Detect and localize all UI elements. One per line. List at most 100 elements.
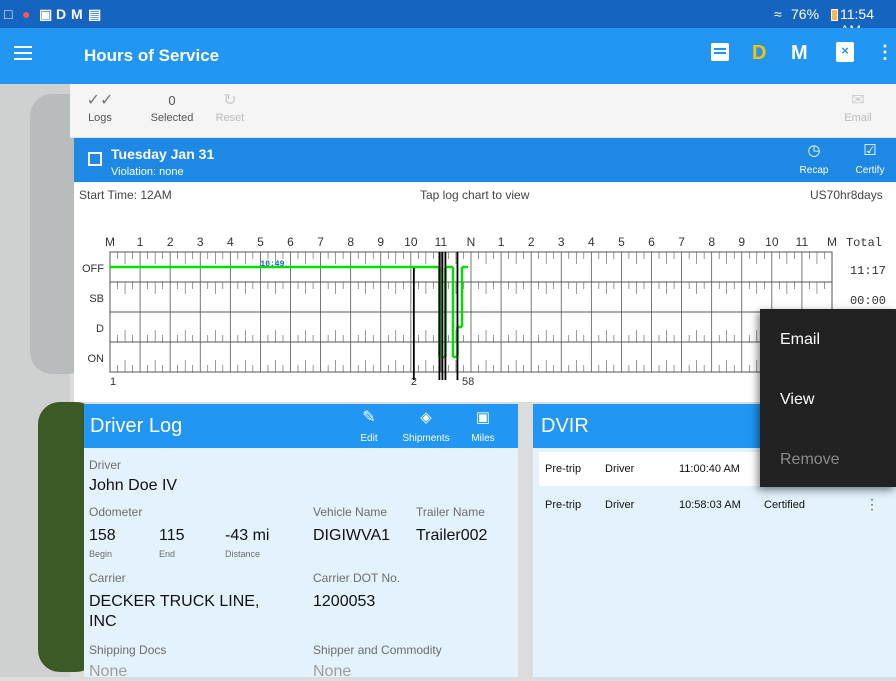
- status-bar: □ ● ▣ D M ▤ ≈ 76% 11:54 AM: [0, 0, 896, 38]
- driver-label: Driver: [89, 458, 121, 472]
- wifi-icon: ≈: [774, 6, 782, 22]
- trailer-value: Trailer002: [416, 527, 488, 544]
- recap-button[interactable]: ◷ Recap: [796, 142, 832, 178]
- violation-text: Violation: none: [111, 166, 184, 178]
- overflow-menu-icon[interactable]: ⋮: [876, 42, 894, 63]
- hour-tick-label: 5: [618, 235, 625, 249]
- hour-tick-label: 8: [708, 235, 715, 249]
- hour-tick-label: 1: [137, 235, 144, 249]
- selected-count: 0: [168, 93, 176, 108]
- app-bar: Hours of Service D M × ⋮: [0, 28, 896, 84]
- edit-button[interactable]: ✎ Edit: [354, 408, 384, 446]
- driving-status-d-icon[interactable]: D: [752, 42, 766, 65]
- hour-tick-label: 9: [377, 235, 384, 249]
- email-button[interactable]: ✉ Email: [838, 90, 878, 124]
- total-header: Total: [846, 236, 882, 250]
- battery-percent: 76%: [791, 6, 820, 22]
- miles-button[interactable]: ▣ Miles: [468, 408, 498, 446]
- status-d-icon: D: [56, 6, 67, 22]
- row-overflow-icon[interactable]: ⋮: [865, 496, 879, 513]
- hour-tick-label: 6: [287, 235, 294, 249]
- hour-tick-label: 9: [738, 235, 745, 249]
- log-toolbar: ✓✓ Logs 0 Selected ↻ Reset ✉ Email: [70, 84, 896, 138]
- reset-button[interactable]: ↻ Reset: [210, 90, 250, 124]
- status-row-label: D: [96, 323, 104, 335]
- status-row-label: ON: [88, 353, 105, 365]
- end-label: End: [159, 549, 176, 559]
- hour-tick-label: 1: [498, 235, 505, 249]
- alert-icon: ●: [22, 6, 31, 22]
- shipper-value: None: [313, 663, 352, 680]
- hour-tick-label: 10: [765, 235, 779, 249]
- vehicle-value: DIGIWVA1: [313, 527, 391, 544]
- logs-button[interactable]: ✓✓ Logs: [80, 90, 120, 124]
- shipping-docs-value: None: [89, 663, 128, 680]
- driver-log-header: Driver Log ✎ Edit ◈ Shipments ▣ Miles: [84, 404, 518, 448]
- hour-tick-label: 2: [528, 235, 535, 249]
- battery-icon: [831, 9, 838, 21]
- menu-item-email[interactable]: Email: [780, 331, 820, 349]
- certify-button[interactable]: ☑ Certify: [850, 142, 890, 178]
- pencil-icon: ✎: [362, 409, 376, 426]
- status-row-label: OFF: [82, 263, 104, 275]
- notification-icon: □: [4, 6, 13, 22]
- driver-log-title: Driver Log: [90, 415, 183, 437]
- driver-log-panel: Driver Log ✎ Edit ◈ Shipments ▣ Miles Dr…: [84, 404, 518, 680]
- day-select-checkbox[interactable]: [88, 152, 102, 166]
- hour-tick-label: 7: [317, 235, 324, 249]
- package-icon: ◈: [420, 409, 432, 426]
- hour-tick-label: 11: [796, 235, 809, 249]
- odometer-end: 115: [159, 527, 185, 544]
- hour-tick-label: N: [467, 235, 476, 249]
- background-pane: [0, 84, 98, 677]
- hour-tick-label: 4: [227, 235, 234, 249]
- history-icon: ◷: [807, 142, 821, 159]
- hour-tick-label: 10: [404, 235, 418, 249]
- menu-item-remove: Remove: [780, 451, 840, 468]
- hour-tick-label: 7: [678, 235, 685, 249]
- hour-tick-label: 4: [588, 235, 595, 249]
- clipboard-check-icon: ☑: [863, 142, 877, 159]
- hour-tick-label: 6: [648, 235, 655, 249]
- distance-label: Distance: [225, 549, 261, 559]
- hour-tick-label: M: [827, 235, 837, 249]
- begin-label: Begin: [89, 549, 113, 559]
- hour-tick-label: M: [105, 235, 115, 249]
- dot-value: 1200053: [313, 593, 376, 610]
- dvir-row[interactable]: Pre-trip Driver 10:58:03 AM Certified ⋮: [539, 488, 896, 522]
- double-check-icon: ✓✓: [86, 92, 114, 109]
- shipper-label: Shipper and Commodity: [313, 643, 442, 657]
- hour-tick-label: 11: [435, 235, 448, 249]
- time-marker-label: 10:49: [260, 260, 284, 269]
- menu-icon[interactable]: [14, 46, 32, 60]
- trailer-label: Trailer Name: [416, 505, 485, 519]
- hour-tick-label: 2: [167, 235, 174, 249]
- dvir-title: DVIR: [541, 415, 589, 437]
- reset-icon: ↻: [223, 92, 237, 109]
- window-icon: ▣: [39, 6, 53, 22]
- page-title: Hours of Service: [84, 46, 220, 65]
- hour-tick-label: 5: [257, 235, 264, 249]
- odometer-label: Odometer: [89, 505, 143, 519]
- hour-tick-label: 3: [197, 235, 204, 249]
- bottom-label: 1: [110, 376, 116, 388]
- carrier-label: Carrier: [89, 571, 126, 585]
- bottom-label: 58: [462, 376, 474, 388]
- car-icon: ▣: [475, 409, 491, 426]
- shipments-button[interactable]: ◈ Shipments: [396, 408, 456, 446]
- odometer-distance: -43 mi: [225, 527, 270, 544]
- context-menu: Email View Remove: [760, 309, 896, 487]
- disconnected-device-icon[interactable]: ×: [836, 42, 854, 62]
- vehicle-label: Vehicle Name: [313, 505, 388, 519]
- odometer-begin: 158: [89, 527, 116, 544]
- shipping-docs-label: Shipping Docs: [89, 643, 167, 657]
- day-title: Tuesday Jan 31: [111, 146, 215, 162]
- driver-value: John Doe IV: [89, 477, 178, 494]
- messages-icon[interactable]: [711, 43, 729, 61]
- carrier-value-line1: DECKER TRUCK LINE,: [89, 593, 260, 610]
- menu-item-view[interactable]: View: [780, 391, 814, 409]
- manual-status-m-icon[interactable]: M: [791, 42, 808, 65]
- status-total: 11:17: [850, 264, 886, 278]
- bottom-label: 2: [411, 376, 417, 388]
- app-icon: ▤: [88, 6, 102, 22]
